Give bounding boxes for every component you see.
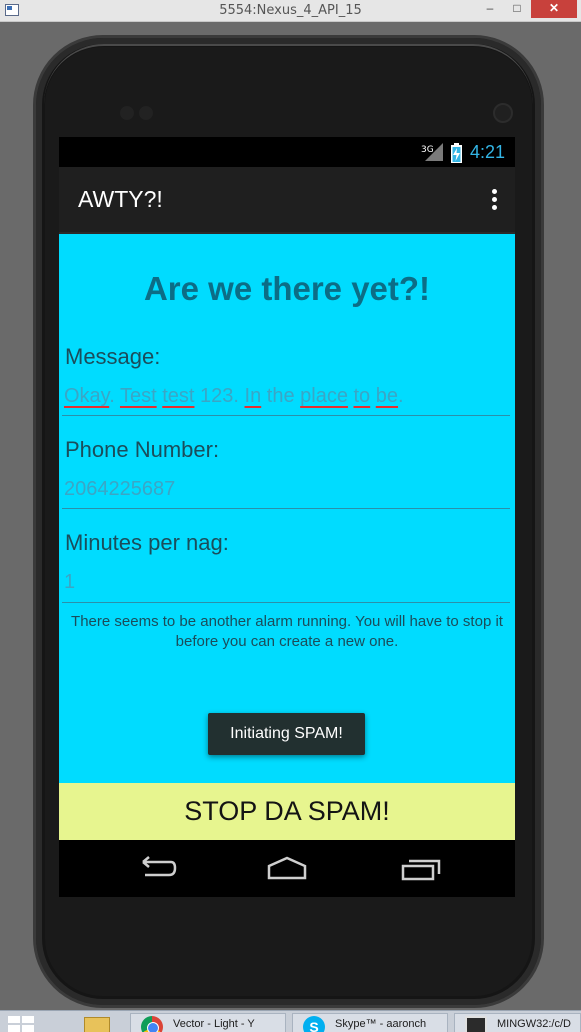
- skype-icon: S: [303, 1016, 325, 1032]
- front-camera: [493, 103, 513, 123]
- terminal-icon: [465, 1016, 487, 1032]
- folder-icon: [84, 1017, 110, 1032]
- window-close-button[interactable]: ✕: [531, 0, 577, 18]
- window-minimize-button[interactable]: –: [477, 0, 503, 18]
- taskbar-item-label: Vector - Light - Y: [173, 1018, 255, 1030]
- alarm-running-notice: There seems to be another alarm running.…: [71, 613, 503, 650]
- chrome-icon: [141, 1016, 163, 1032]
- recent-apps-icon[interactable]: [399, 854, 443, 882]
- back-icon[interactable]: [133, 854, 177, 882]
- message-field[interactable]: Okay. Test test 123. In the place to be.: [64, 385, 404, 408]
- os-taskbar: Vector - Light - Y S Skype™ - aaronch MI…: [0, 1010, 581, 1032]
- app-title: AWTY?!: [78, 186, 163, 212]
- battery-charging-icon: [451, 143, 462, 163]
- windows-start-icon[interactable]: [8, 1016, 36, 1032]
- message-text: .: [398, 385, 404, 407]
- message-word: to: [353, 385, 371, 407]
- message-word: place: [300, 385, 348, 407]
- phone-bezel-highlight: [44, 44, 533, 104]
- phone-field-underline: [62, 508, 510, 509]
- file-explorer-taskbar-button[interactable]: [80, 1013, 116, 1032]
- toast-message: Initiating SPAM!: [208, 713, 365, 755]
- taskbar-item-skype[interactable]: S Skype™ - aaronch: [292, 1013, 448, 1032]
- stop-spam-button[interactable]: STOP DA SPAM!: [59, 783, 515, 840]
- status-clock: 4:21: [470, 142, 506, 162]
- speaker-dot: [120, 106, 134, 120]
- phone-number-field[interactable]: 2064225687: [64, 478, 175, 501]
- overflow-menu-icon[interactable]: [487, 189, 501, 213]
- message-text: .: [109, 385, 120, 407]
- phone-number-label: Phone Number:: [65, 437, 220, 462]
- phone-screen: 3G 4:21 AWTY?! Are we there yet?! Messag…: [59, 137, 515, 897]
- taskbar-item-chrome[interactable]: Vector - Light - Y: [130, 1013, 286, 1032]
- window-maximize-button[interactable]: □: [504, 0, 530, 18]
- message-word: be: [375, 385, 398, 407]
- minutes-field-underline: [62, 602, 510, 603]
- message-word: Okay: [64, 385, 110, 407]
- message-word: Test: [119, 385, 157, 407]
- signal-3g-icon: 3G: [421, 143, 443, 161]
- speaker-dot: [139, 106, 153, 120]
- window-titlebar: 5554:Nexus_4_API_15 – □ ✕: [0, 0, 581, 22]
- message-text: the: [261, 385, 301, 407]
- status-bar: 3G 4:21: [59, 137, 515, 167]
- main-content: Are we there yet?! Message: Okay. Test t…: [59, 234, 515, 783]
- message-word: In: [244, 385, 262, 407]
- minutes-per-nag-field[interactable]: 1: [64, 571, 75, 594]
- action-bar: AWTY?!: [59, 167, 515, 234]
- network-type: 3G: [421, 145, 434, 155]
- message-text: 123.: [194, 385, 245, 407]
- taskbar-item-mingw[interactable]: MINGW32:/c/D: [454, 1013, 581, 1032]
- message-word: test: [162, 385, 195, 407]
- message-field-underline: [62, 415, 510, 416]
- page-heading: Are we there yet?!: [143, 270, 431, 307]
- message-label: Message:: [65, 344, 161, 369]
- taskbar-item-label: MINGW32:/c/D: [497, 1018, 571, 1030]
- minutes-per-nag-label: Minutes per nag:: [65, 530, 229, 555]
- home-icon[interactable]: [265, 854, 309, 882]
- taskbar-item-label: Skype™ - aaronch: [335, 1018, 427, 1030]
- navigation-bar: [59, 840, 515, 897]
